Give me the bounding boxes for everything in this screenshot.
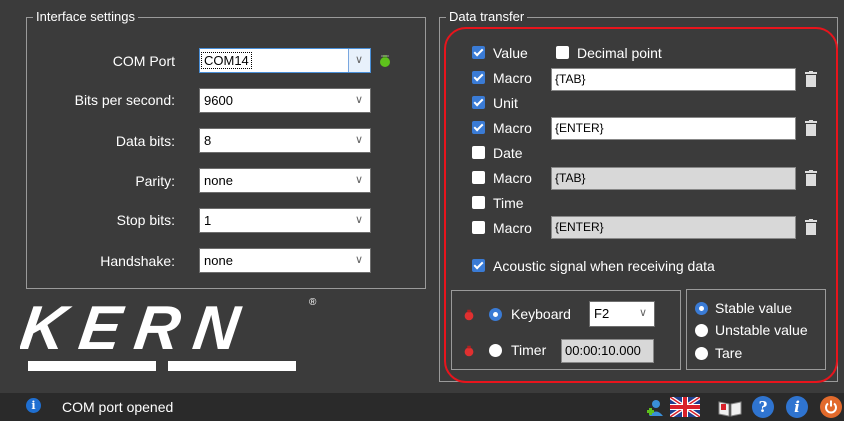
chevron-down-icon: ∨ [638, 307, 647, 319]
bits-per-second-select[interactable]: 9600 ∨ [199, 88, 371, 113]
decimal-point-checkbox[interactable] [556, 46, 569, 59]
value-label: Value [493, 45, 528, 61]
chevron-down-icon: ∨ [354, 94, 363, 106]
decimal-point-label: Decimal point [577, 45, 662, 61]
tare-radio[interactable] [695, 347, 708, 360]
chevron-down-icon: ∨ [354, 174, 363, 186]
macro1-label: Macro [493, 70, 532, 86]
chevron-down-icon: ∨ [354, 54, 363, 66]
unit-label: Unit [493, 95, 518, 111]
macro2-checkbox[interactable] [472, 121, 485, 134]
timer-status-led-icon [464, 345, 474, 357]
status-text: COM port opened [62, 399, 174, 415]
bits-per-second-label: Bits per second: [74, 92, 175, 108]
add-user-icon[interactable] [646, 397, 668, 419]
time-label: Time [493, 195, 524, 211]
help-icon[interactable]: ? [752, 396, 774, 418]
delete-macro2-trash-icon[interactable] [805, 120, 817, 136]
com-port-label: COM Port [112, 53, 175, 69]
power-exit-icon[interactable] [820, 396, 842, 418]
data-bits-label: Data bits: [115, 133, 175, 149]
com-port-select[interactable]: COM14 ∨ [199, 48, 371, 73]
stop-bits-label: Stop bits: [116, 212, 175, 228]
acoustic-signal-label: Acoustic signal when receiving data [493, 258, 715, 274]
delete-macro1-trash-icon[interactable] [805, 71, 817, 87]
timer-label: Timer [511, 342, 547, 358]
data-bits-select[interactable]: 8 ∨ [199, 128, 371, 153]
parity-select[interactable]: none ∨ [199, 168, 371, 193]
unstable-value-radio[interactable] [695, 324, 708, 337]
keyboard-key-select[interactable]: F2 ∨ [589, 301, 655, 327]
handshake-label: Handshake: [100, 253, 175, 269]
stable-value-label: Stable value [715, 300, 793, 316]
connection-status-led-icon [380, 55, 390, 67]
date-checkbox[interactable] [472, 146, 485, 159]
parity-label: Parity: [135, 173, 175, 189]
manual-book-icon[interactable] [717, 398, 743, 418]
macro3-label: Macro [493, 170, 532, 186]
keyboard-status-led-icon [464, 309, 474, 321]
delete-macro4-trash-icon[interactable] [805, 219, 817, 235]
time-checkbox[interactable] [472, 196, 485, 209]
info-icon: i [26, 398, 41, 413]
handshake-select[interactable]: none ∨ [199, 248, 371, 273]
about-info-icon[interactable]: i [786, 396, 808, 418]
stable-value-radio[interactable] [695, 302, 708, 315]
stop-bits-select[interactable]: 1 ∨ [199, 208, 371, 233]
keyboard-radio[interactable] [489, 308, 502, 321]
kern-logo-text: KERN [20, 294, 257, 363]
macro2-input[interactable]: {ENTER} [551, 117, 796, 140]
chevron-down-icon: ∨ [354, 134, 363, 146]
value-checkbox[interactable] [472, 46, 485, 59]
timer-radio[interactable] [489, 344, 502, 357]
macro1-checkbox[interactable] [472, 71, 485, 84]
status-bar: i COM port opened ? i [0, 393, 844, 421]
macro2-label: Macro [493, 120, 532, 136]
macro4-checkbox[interactable] [472, 221, 485, 234]
timer-input[interactable]: 00:00:10.000 [561, 339, 654, 363]
chevron-down-icon: ∨ [354, 214, 363, 226]
interface-settings-title: Interface settings [33, 9, 138, 25]
data-transfer-title: Data transfer [446, 9, 528, 25]
macro3-checkbox[interactable] [472, 171, 485, 184]
acoustic-signal-checkbox[interactable] [472, 259, 485, 272]
language-flag-uk-icon[interactable] [670, 397, 700, 417]
macro4-input[interactable]: {ENTER} [551, 216, 796, 239]
unit-checkbox[interactable] [472, 96, 485, 109]
delete-macro3-trash-icon[interactable] [805, 170, 817, 186]
unstable-value-label: Unstable value [715, 322, 808, 338]
date-label: Date [493, 145, 523, 161]
macro3-input[interactable]: {TAB} [551, 167, 796, 190]
macro4-label: Macro [493, 220, 532, 236]
tare-label: Tare [715, 345, 743, 361]
kern-logo: KERN ® [16, 293, 340, 383]
svg-text:®: ® [309, 297, 317, 308]
macro1-input[interactable]: {TAB} [551, 68, 796, 91]
keyboard-label: Keyboard [511, 306, 571, 322]
chevron-down-icon: ∨ [354, 254, 363, 266]
